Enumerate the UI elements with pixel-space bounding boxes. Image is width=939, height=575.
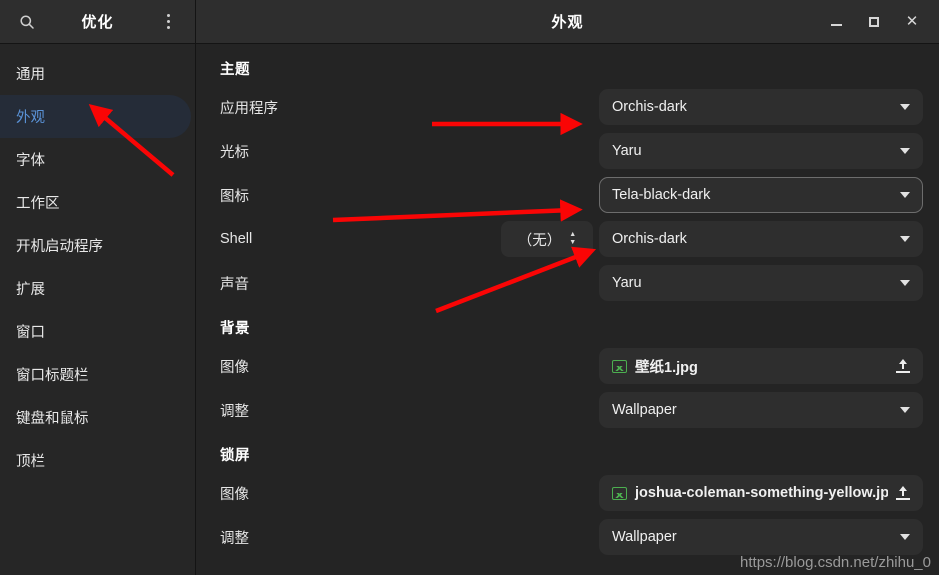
close-icon[interactable]: ✕ (903, 13, 921, 31)
upload-icon[interactable] (896, 485, 910, 501)
chevron-down-icon (900, 104, 910, 110)
lockscreen-image-filechooser[interactable]: joshua-coleman-something-yellow.jpg (599, 475, 923, 511)
row-sound-theme: 声音 Yaru (220, 261, 923, 305)
background-adjustment-dropdown[interactable]: Wallpaper (599, 392, 923, 428)
row-lockscreen-adjustment: 调整 Wallpaper (220, 515, 923, 559)
sidebar-item-appearance[interactable]: 外观 (0, 95, 191, 138)
settings-content: 主题 应用程序 Orchis-dark 光标 Yaru 图标 Tela-blac… (196, 44, 939, 575)
cursor-theme-dropdown[interactable]: Yaru (599, 133, 923, 169)
row-label: Shell (220, 231, 253, 247)
menu-vertical-dots-icon[interactable] (155, 9, 181, 35)
sidebar-item-workspaces[interactable]: 工作区 (0, 181, 191, 224)
row-background-adjustment: 调整 Wallpaper (220, 388, 923, 432)
chevron-down-icon (900, 192, 910, 198)
stepper-value: （无） (517, 232, 562, 249)
sidebar-item-top-bar[interactable]: 顶栏 (0, 439, 191, 482)
sidebar-item-window-titlebars[interactable]: 窗口标题栏 (0, 353, 191, 396)
sidebar-item-label: 键盘和鼠标 (16, 411, 89, 427)
row-application-theme: 应用程序 Orchis-dark (220, 85, 923, 129)
minimize-icon[interactable] (827, 13, 845, 31)
sidebar-title: 优化 (81, 14, 114, 31)
search-icon[interactable] (14, 9, 40, 35)
application-theme-dropdown[interactable]: Orchis-dark (599, 89, 923, 125)
sidebar-item-label: 窗口标题栏 (16, 368, 89, 384)
chevron-down-icon (900, 148, 910, 154)
dropdown-value: Orchis-dark (612, 99, 687, 115)
section-title-theme: 主题 (220, 62, 250, 78)
sidebar-item-label: 扩展 (16, 282, 45, 298)
window-controls: ✕ (827, 13, 939, 31)
sidebar-item-general[interactable]: 通用 (0, 52, 191, 95)
row-icon-theme: 图标 Tela-black-dark (220, 173, 923, 217)
upload-icon[interactable] (896, 358, 910, 374)
sound-theme-dropdown[interactable]: Yaru (599, 265, 923, 301)
tweaks-window: 优化 通用 外观 字体 工作区 开机启动程序 扩展 窗口 窗口标题栏 键盘和鼠标… (0, 0, 939, 575)
dropdown-value: Tela-black-dark (612, 187, 711, 203)
file-name: joshua-coleman-something-yellow.jpg (635, 485, 888, 501)
sidebar-item-startup-applications[interactable]: 开机启动程序 (0, 224, 191, 267)
dropdown-value: Yaru (612, 275, 642, 291)
sidebar-item-label: 通用 (16, 67, 45, 83)
image-file-icon (612, 486, 627, 500)
file-value: 壁纸1.jpg (612, 356, 888, 377)
lockscreen-adjustment-dropdown[interactable]: Wallpaper (599, 519, 923, 555)
icon-theme-dropdown[interactable]: Tela-black-dark (599, 177, 923, 213)
row-label: 图标 (220, 188, 249, 205)
sidebar-item-label: 工作区 (16, 196, 60, 212)
dropdown-value: Wallpaper (612, 529, 677, 545)
sidebar-item-label: 外观 (16, 110, 45, 126)
sidebar-item-label: 开机启动程序 (16, 239, 103, 255)
file-value: joshua-coleman-something-yellow.jpg (612, 485, 888, 501)
sidebar-item-extensions[interactable]: 扩展 (0, 267, 191, 310)
shell-theme-dropdown[interactable]: Orchis-dark (599, 221, 923, 257)
section-title-lockscreen: 锁屏 (220, 448, 250, 464)
sidebar-item-label: 顶栏 (16, 454, 45, 470)
sidebar-item-windows[interactable]: 窗口 (0, 310, 191, 353)
dropdown-value: Yaru (612, 143, 642, 159)
file-name: 壁纸1.jpg (635, 359, 698, 376)
image-file-icon (612, 359, 627, 373)
row-background-image: 图像 壁纸1.jpg (220, 344, 923, 388)
sidebar: 优化 通用 外观 字体 工作区 开机启动程序 扩展 窗口 窗口标题栏 键盘和鼠标… (0, 0, 196, 575)
row-label: 应用程序 (220, 100, 278, 117)
dropdown-value: Wallpaper (612, 402, 677, 418)
background-image-filechooser[interactable]: 壁纸1.jpg (599, 348, 923, 384)
stepper-arrows-icon[interactable]: ▲ ▼ (569, 231, 576, 246)
section-title-background: 背景 (220, 321, 250, 337)
sidebar-nav-list: 通用 外观 字体 工作区 开机启动程序 扩展 窗口 窗口标题栏 键盘和鼠标 顶栏 (0, 44, 195, 482)
sidebar-item-keyboard-mouse[interactable]: 键盘和鼠标 (0, 396, 191, 439)
maximize-icon[interactable] (865, 13, 883, 31)
row-label: 光标 (220, 144, 249, 161)
row-label: 声音 (220, 276, 249, 293)
main-panel: 外观 ✕ 主题 应用程序 Orchis-dark 光标 Yaru 图标 Tela… (196, 0, 939, 575)
chevron-down-icon (900, 236, 910, 242)
row-lockscreen-image: 图像 joshua-coleman-something-yellow.jpg (220, 471, 923, 515)
sidebar-item-label: 窗口 (16, 325, 45, 341)
watermark: https://blog.csdn.net/zhihu_0 (740, 554, 931, 571)
row-label: 调整 (220, 530, 249, 547)
chevron-down-icon (900, 407, 910, 413)
row-label: 图像 (220, 486, 249, 503)
titlebar: 外观 ✕ (196, 0, 939, 44)
sidebar-item-label: 字体 (16, 153, 45, 169)
row-shell-theme: Shell （无） ▲ ▼ Orchis-dark (220, 217, 923, 261)
chevron-down-icon (900, 280, 910, 286)
row-label: 图像 (220, 359, 249, 376)
chevron-down-icon (900, 534, 910, 540)
shell-theme-stepper[interactable]: （无） ▲ ▼ (501, 221, 593, 257)
dropdown-value: Orchis-dark (612, 231, 687, 247)
sidebar-header: 优化 (0, 0, 195, 44)
row-cursor-theme: 光标 Yaru (220, 129, 923, 173)
row-label: 调整 (220, 403, 249, 420)
sidebar-item-fonts[interactable]: 字体 (0, 138, 191, 181)
